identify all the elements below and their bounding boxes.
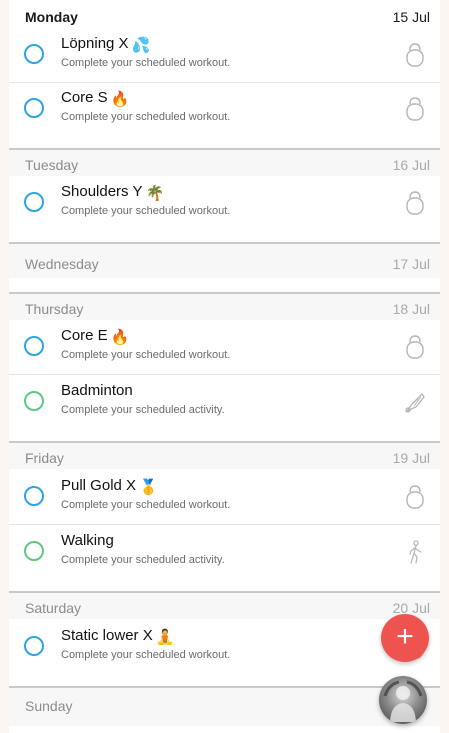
item-title: Shoulders Y 🌴 bbox=[61, 183, 165, 202]
list-item-static-lower-x[interactable]: Static lower X 🧘 Complete your scheduled … bbox=[9, 622, 440, 675]
item-subtitle: Complete your scheduled workout. bbox=[61, 649, 231, 661]
day-header-monday: Monday 15 Jul bbox=[9, 0, 440, 28]
item-title: Core S 🔥 bbox=[61, 89, 130, 108]
day-date: 16 Jul bbox=[392, 157, 430, 173]
medal-emoji: 🥇 bbox=[139, 479, 158, 496]
add-button[interactable]: + bbox=[381, 614, 429, 662]
item-title: Badminton bbox=[61, 382, 133, 399]
fire-emoji: 🔥 bbox=[110, 329, 130, 346]
day-date: 18 Jul bbox=[392, 301, 430, 317]
day-name: Sunday bbox=[25, 698, 73, 714]
schedule-list: Monday 15 Jul Löpning X 💦 Complete your s… bbox=[9, 0, 440, 733]
day-header-friday: Friday 19 Jul bbox=[9, 441, 440, 469]
complete-checkbox[interactable] bbox=[24, 486, 44, 506]
yoga-emoji: 🧘 bbox=[155, 629, 175, 646]
list-item-walking[interactable]: Walking Complete your scheduled activity… bbox=[9, 527, 440, 580]
palm-tree-emoji: 🌴 bbox=[145, 185, 165, 202]
complete-checkbox[interactable] bbox=[24, 192, 44, 212]
kettlebell-icon bbox=[406, 97, 424, 121]
day-name: Tuesday bbox=[25, 157, 79, 173]
list-item-badminton[interactable]: Badminton Complete your scheduled activi… bbox=[9, 377, 440, 430]
item-title: Pull Gold X 🥇 bbox=[61, 477, 158, 496]
fire-emoji: 🔥 bbox=[110, 91, 130, 108]
list-item-core-e[interactable]: Core E 🔥 Complete your scheduled workout. bbox=[9, 322, 440, 375]
day-header-saturday: Saturday 20 Jul bbox=[9, 591, 440, 619]
day-date: 20 Jul bbox=[392, 600, 430, 616]
day-name: Thursday bbox=[25, 301, 84, 317]
item-title: Löpning X 💦 bbox=[61, 35, 151, 54]
avatar[interactable] bbox=[379, 676, 427, 724]
day-header-thursday: Thursday 18 Jul bbox=[9, 292, 440, 320]
item-subtitle: Complete your scheduled activity. bbox=[61, 404, 225, 416]
item-title: Static lower X 🧘 bbox=[61, 627, 175, 646]
item-subtitle: Complete your scheduled activity. bbox=[61, 554, 225, 566]
complete-checkbox[interactable] bbox=[24, 541, 44, 561]
droplets-emoji: 💦 bbox=[131, 37, 151, 54]
profile-photo bbox=[383, 680, 423, 722]
day-header-tuesday: Tuesday 16 Jul bbox=[9, 148, 440, 176]
item-subtitle: Complete your scheduled workout. bbox=[61, 349, 231, 361]
complete-checkbox[interactable] bbox=[24, 391, 44, 411]
day-name: Wednesday bbox=[25, 256, 99, 272]
day-name: Saturday bbox=[25, 600, 82, 616]
kettlebell-icon bbox=[406, 335, 424, 359]
list-item-lopning[interactable]: Löpning X 💦 Complete your scheduled worko… bbox=[9, 30, 440, 83]
list-item-pull-gold-x[interactable]: Pull Gold X 🥇 Complete your scheduled wor… bbox=[9, 472, 440, 525]
kettlebell-icon bbox=[406, 485, 424, 509]
day-date: 19 Jul bbox=[392, 450, 430, 466]
complete-checkbox[interactable] bbox=[24, 336, 44, 356]
shuttlecock-icon bbox=[405, 392, 425, 413]
day-name: Friday bbox=[25, 450, 64, 466]
day-date: 15 Jul bbox=[392, 9, 430, 25]
walking-icon bbox=[409, 540, 422, 564]
day-name: Monday bbox=[25, 9, 78, 25]
complete-checkbox[interactable] bbox=[24, 636, 44, 656]
item-subtitle: Complete your scheduled workout. bbox=[61, 57, 231, 69]
item-title: Core E 🔥 bbox=[61, 327, 130, 346]
kettlebell-icon bbox=[406, 43, 424, 67]
list-item-core-s[interactable]: Core S 🔥 Complete your scheduled workout. bbox=[9, 84, 440, 137]
complete-checkbox[interactable] bbox=[24, 44, 44, 64]
day-header-wednesday: Wednesday 17 Jul bbox=[9, 242, 440, 278]
item-subtitle: Complete your scheduled workout. bbox=[61, 499, 231, 511]
item-subtitle: Complete your scheduled workout. bbox=[61, 205, 231, 217]
kettlebell-icon bbox=[406, 191, 424, 215]
complete-checkbox[interactable] bbox=[24, 98, 44, 118]
day-date: 17 Jul bbox=[392, 256, 430, 272]
item-subtitle: Complete your scheduled workout. bbox=[61, 111, 231, 123]
list-item-shoulders-y[interactable]: Shoulders Y 🌴 Complete your scheduled wor… bbox=[9, 178, 440, 231]
plus-icon: + bbox=[396, 620, 414, 653]
day-header-sunday: Sunday bbox=[9, 686, 440, 726]
item-title: Walking bbox=[61, 532, 114, 549]
